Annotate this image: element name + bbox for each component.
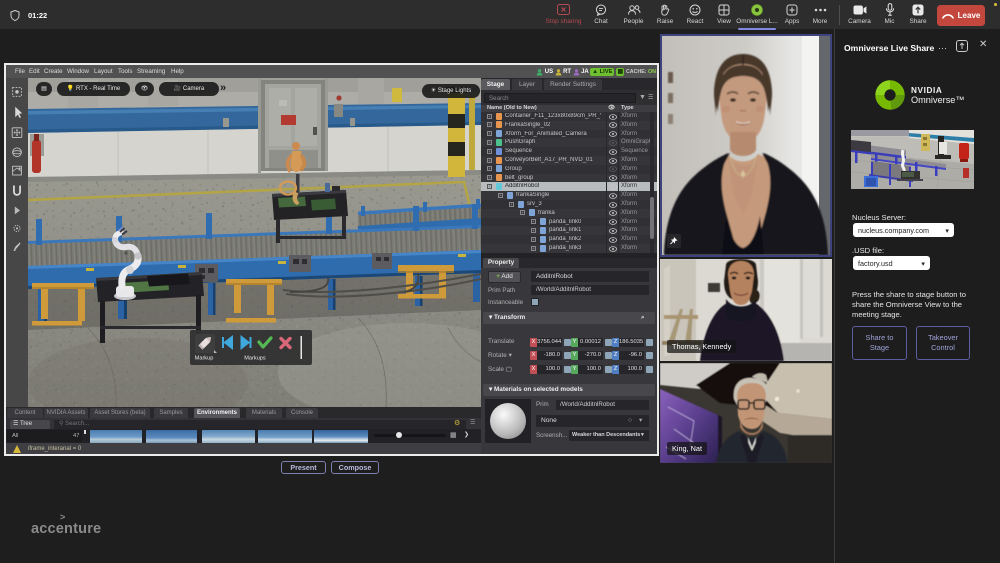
svg-text:Markup: Markup <box>195 356 214 362</box>
svg-text:Markups: Markups <box>244 356 266 362</box>
